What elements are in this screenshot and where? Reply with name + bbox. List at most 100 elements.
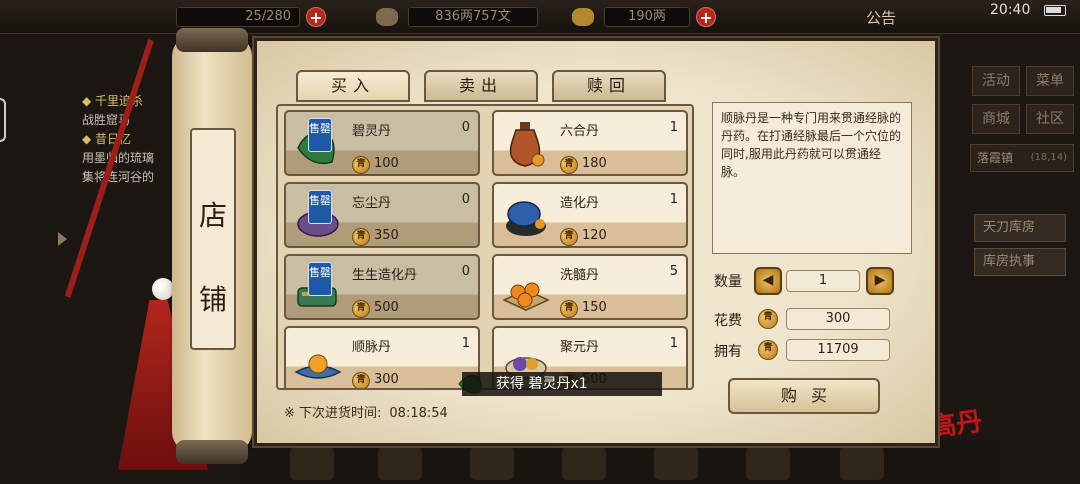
obtain-toast: 获得 碧灵丹x1 [462, 372, 662, 396]
scroll-cap-top [176, 28, 248, 52]
item-quantity: 1 [669, 120, 678, 135]
owned-label: 拥有 [714, 344, 742, 360]
quest-desc: 集将连河谷的 [82, 170, 155, 184]
item-quantity: 5 [669, 264, 678, 279]
sold-out-tag: 售罄 [308, 190, 332, 224]
menu-slot-icon[interactable] [290, 446, 334, 480]
item-quantity: 1 [669, 192, 678, 207]
coin-icon: 青 [560, 300, 578, 318]
quest-title: ◆ 昔日忆 [82, 132, 132, 146]
community-button[interactable]: 社区 [1026, 104, 1074, 134]
gourd-bottle-icon [509, 122, 545, 167]
add-bag-button[interactable]: + [306, 7, 326, 27]
item-quantity: 0 [461, 192, 470, 207]
battery-icon [1044, 5, 1066, 16]
shop-item-card[interactable]: 洗髓丹 5 青 150 [492, 254, 688, 320]
sold-out-tag: 售罄 [308, 262, 332, 296]
cost-value: 300 [786, 308, 890, 330]
shop-item-card[interactable]: 售罄 生生造化丹 0 青 500 [284, 254, 480, 320]
cost-label: 花费 [714, 313, 742, 329]
menu-slot-icon[interactable] [840, 446, 884, 480]
location-coords: (18,14) [1030, 152, 1067, 163]
item-price: 350 [374, 228, 399, 243]
item-name: 聚元丹 [560, 340, 600, 355]
restock-time: 08:18:54 [389, 406, 448, 421]
item-quantity: 1 [461, 336, 470, 351]
quest-desc: 用墨归的琉璃 [82, 151, 155, 165]
shop-item-card[interactable]: 六合丹 1 青 180 [492, 110, 688, 176]
status-clock: 20:40 [990, 2, 1031, 18]
side-handle[interactable] [0, 98, 6, 142]
item-name: 忘尘丹 [352, 196, 392, 211]
tab-sell[interactable]: 卖出 [424, 70, 538, 102]
buy-button[interactable]: 购买 [728, 378, 880, 414]
restock-label: ※ 下次进货时间: [284, 406, 382, 421]
item-name: 造化丹 [560, 196, 600, 211]
medicine-jar-icon [506, 201, 546, 236]
menu-button[interactable]: 菜单 [1026, 66, 1074, 96]
item-name: 顺脉丹 [352, 340, 392, 355]
item-name: 生生造化丹 [352, 268, 418, 283]
shop-title: 店 铺 [190, 128, 236, 350]
owned-value: 11709 [786, 339, 890, 361]
warehouse-button[interactable]: 天刀库房 [974, 214, 1066, 242]
shop-item-card[interactable]: 顺脉丹 1 青 300 [284, 326, 480, 388]
quantity-input[interactable]: 1 [786, 270, 860, 292]
tab-buy[interactable]: 买入 [296, 70, 410, 102]
notice-button[interactable]: 公告 [866, 7, 896, 28]
warehouse-steward-button[interactable]: 库房执事 [974, 248, 1066, 276]
item-quantity: 0 [461, 264, 470, 279]
item-quantity: 0 [461, 120, 470, 135]
item-name: 六合丹 [560, 124, 600, 139]
coin-icon: 青 [758, 309, 778, 329]
tassel-bead [152, 278, 174, 300]
item-price: 500 [374, 300, 399, 315]
scroll-cap-bottom [176, 440, 248, 464]
quest-desc: 战胜窟马 [82, 113, 131, 127]
shop-item-card[interactable]: 售罄 忘尘丹 0 青 350 [284, 182, 480, 248]
menu-slot-icon[interactable] [378, 446, 422, 480]
shop-title-char: 铺 [198, 283, 227, 316]
item-description: 顺脉丹是一种专门用来贯通经脉的丹药。在打通经脉最后一个穴位的同时,服用此丹药就可… [712, 102, 912, 254]
shop-title-char: 店 [198, 199, 227, 232]
item-grid: 售罄 碧灵丹 0 青 100 六合丹 1 青 180 售罄 忘尘丹 0 青 35… [276, 104, 694, 390]
item-price: 300 [374, 372, 399, 387]
item-quantity: 1 [669, 336, 678, 351]
cushion-pill-icon [294, 354, 342, 379]
shop-item-card[interactable]: 造化丹 1 青 120 [492, 182, 688, 248]
activity-button[interactable]: 活动 [972, 66, 1020, 96]
item-name: 碧灵丹 [352, 124, 392, 139]
tab-redeem[interactable]: 赎回 [552, 70, 666, 102]
menu-slot-icon[interactable] [654, 446, 698, 480]
coin-icon: 青 [560, 228, 578, 246]
coin-icon: 青 [560, 156, 578, 174]
top-resource-bar: 25/280 + 836两757文 190两 + 公告 20:40 [0, 0, 1080, 34]
menu-slot-icon[interactable] [562, 446, 606, 480]
sold-out-tag: 售罄 [308, 118, 332, 152]
bag-capacity-value: 25/280 [176, 7, 300, 27]
coin-icon: 青 [352, 156, 370, 174]
bag-capacity: 25/280 + [176, 6, 326, 28]
menu-slot-icon[interactable] [746, 446, 790, 480]
gold-ingot-icon [572, 8, 594, 26]
item-price: 100 [374, 156, 399, 171]
restock-timer: ※ 下次进货时间: 08:18:54 [284, 402, 448, 421]
expand-arrow-icon[interactable] [58, 232, 67, 246]
coin-icon: 青 [758, 340, 778, 360]
shop-item-card[interactable]: 售罄 碧灵丹 0 青 100 [284, 110, 480, 176]
item-name: 洗髓丹 [560, 268, 600, 283]
add-gold-button[interactable]: + [696, 7, 716, 27]
coin-icon: 青 [352, 228, 370, 246]
increase-quantity-button[interactable]: ▶ [866, 267, 894, 295]
menu-slot-icon[interactable] [470, 446, 514, 480]
decrease-quantity-button[interactable]: ◀ [754, 267, 782, 295]
silver-value: 836两757文 [408, 7, 538, 27]
coin-icon: 青 [352, 372, 370, 388]
item-price: 150 [582, 300, 607, 315]
mall-button[interactable]: 商城 [972, 104, 1020, 134]
orange-pills-icon [502, 282, 550, 311]
location-display: 落霞镇 (18,14) [970, 144, 1074, 172]
item-price: 120 [582, 228, 607, 243]
gold-currency: 190两 + [572, 6, 716, 28]
silver-icon [376, 8, 398, 26]
